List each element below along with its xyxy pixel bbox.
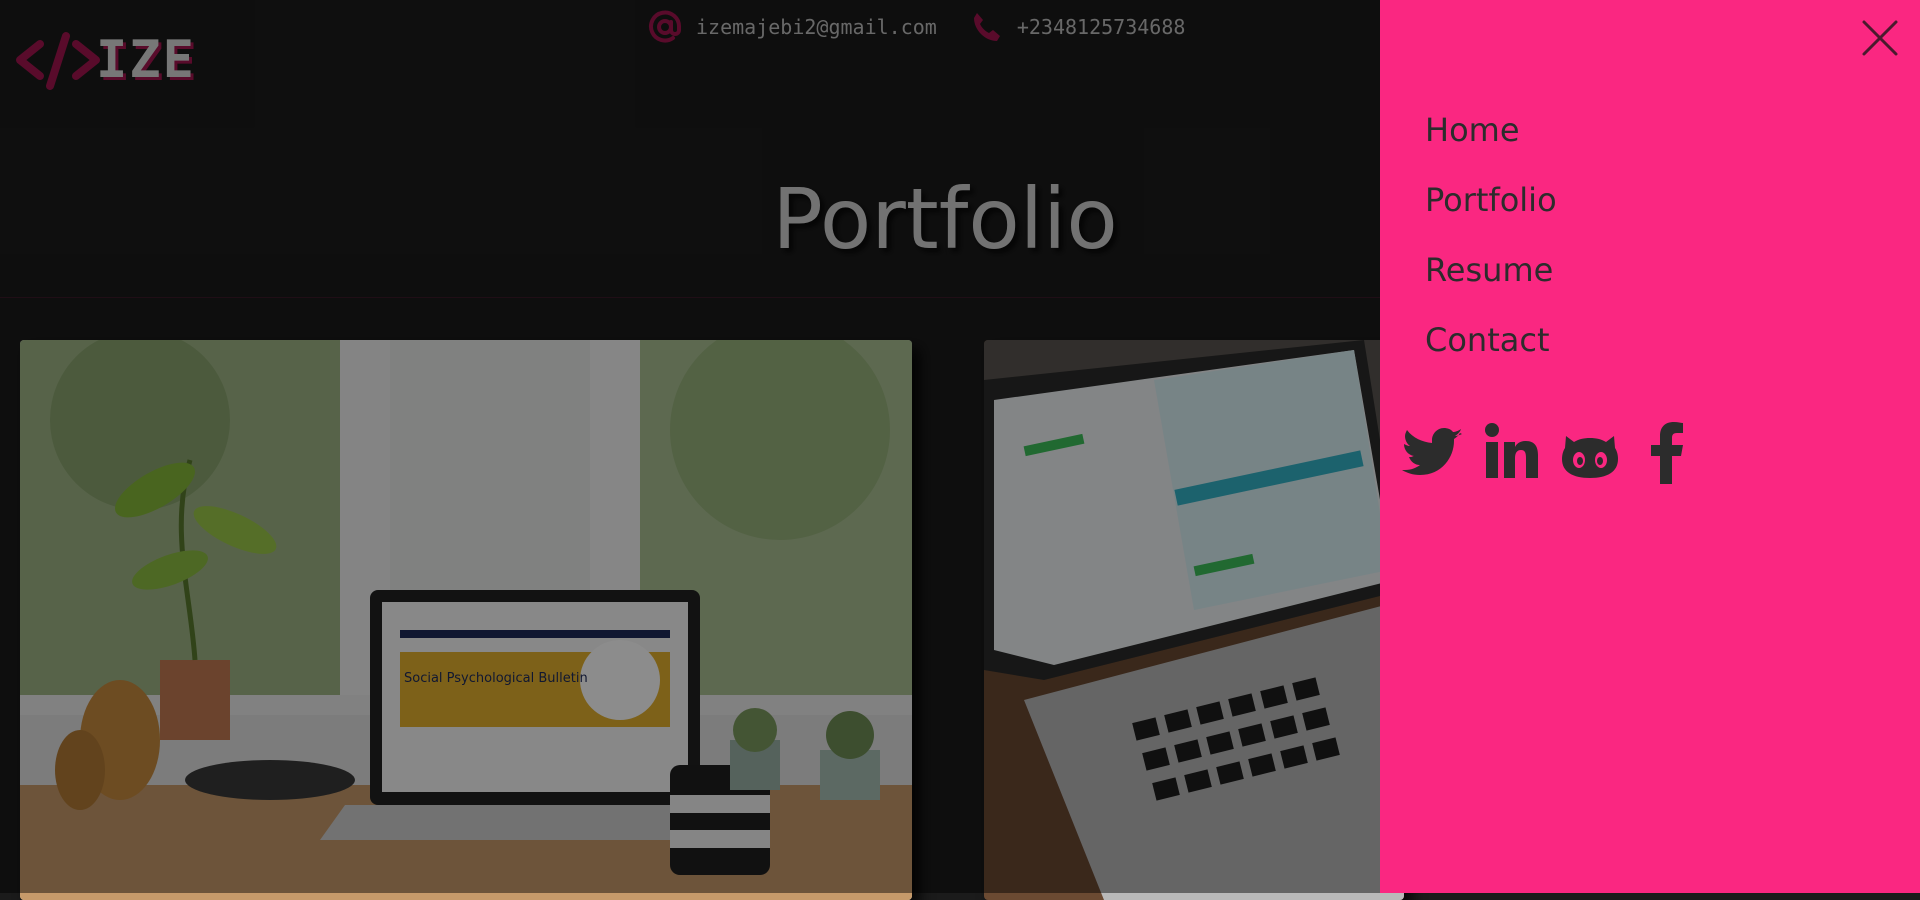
nav-link-contact[interactable]: Contact — [1425, 318, 1557, 362]
twitter-link[interactable] — [1402, 420, 1480, 484]
facebook-link[interactable] — [1636, 420, 1714, 484]
page-dim-overlay[interactable] — [0, 0, 1380, 893]
nav-item-contact: Contact — [1425, 318, 1557, 362]
nav-link-portfolio[interactable]: Portfolio — [1425, 178, 1557, 222]
nav-link-home[interactable]: Home — [1425, 108, 1557, 152]
close-icon[interactable] — [1860, 18, 1900, 58]
linkedin-link[interactable] — [1480, 420, 1558, 484]
facebook-icon — [1651, 422, 1683, 484]
github-link[interactable] — [1558, 420, 1636, 484]
github-icon — [1562, 436, 1618, 478]
page: IZE izemajebi2@gmail.com +2348125734688 … — [0, 0, 1920, 900]
nav-item-portfolio: Portfolio — [1425, 178, 1557, 222]
nav-item-resume: Resume — [1425, 248, 1557, 292]
social-links — [1402, 420, 1714, 484]
nav-menu: Home Portfolio Resume Contact — [1425, 108, 1557, 388]
linkedin-icon — [1485, 423, 1538, 478]
side-menu: Home Portfolio Resume Contact — [1380, 0, 1920, 893]
nav-item-home: Home — [1425, 108, 1557, 152]
nav-link-resume[interactable]: Resume — [1425, 248, 1557, 292]
twitter-icon — [1402, 428, 1462, 475]
